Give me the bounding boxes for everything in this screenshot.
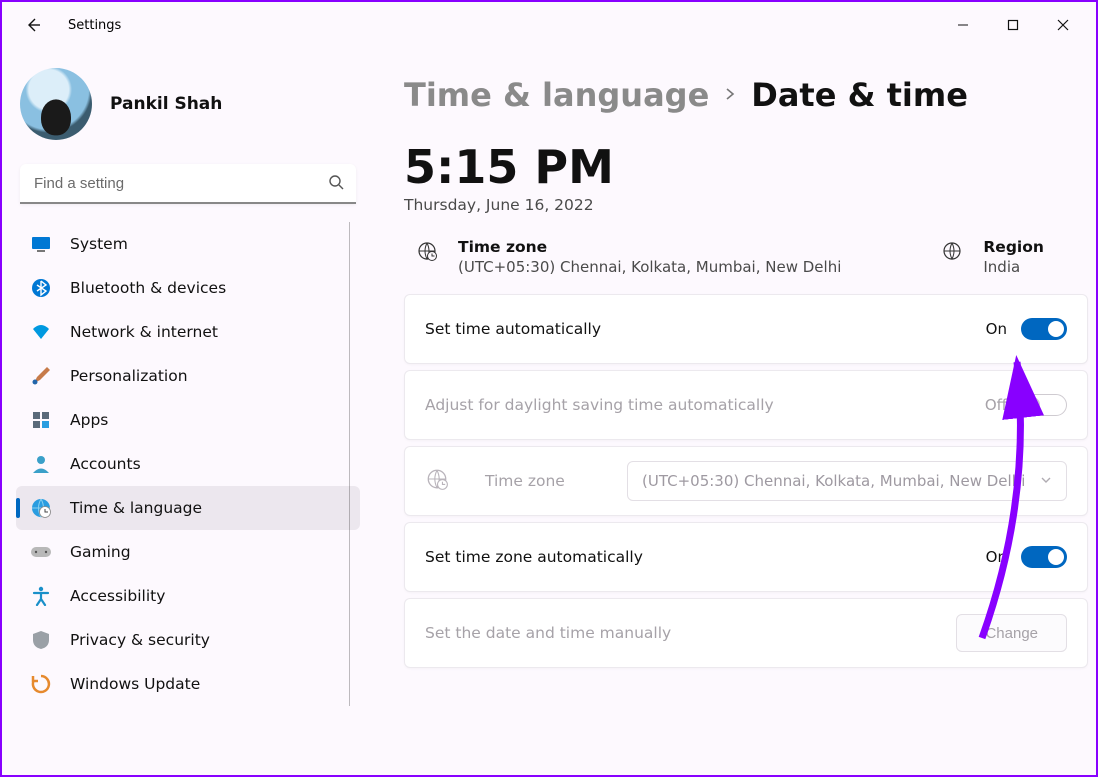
close-icon xyxy=(1057,19,1069,31)
sidebar-item-apps[interactable]: Apps xyxy=(16,398,360,442)
sidebar-item-accessibility[interactable]: Accessibility xyxy=(16,574,360,618)
sidebar-item-system[interactable]: System xyxy=(16,222,360,266)
set-manual-card: Set the date and time manually Change xyxy=(404,598,1088,668)
sidebar-item-privacy[interactable]: Privacy & security xyxy=(16,618,360,662)
timezone-info: Time zone (UTC+05:30) Chennai, Kolkata, … xyxy=(416,238,841,276)
sidebar: Pankil Shah System Bluetooth & devices N… xyxy=(2,48,372,775)
set-time-auto-card: Set time automatically On xyxy=(404,294,1088,364)
chevron-down-icon xyxy=(1040,472,1052,490)
search-box[interactable] xyxy=(20,164,356,204)
sidebar-item-label: Accessibility xyxy=(70,587,165,605)
globe-icon xyxy=(941,240,967,266)
maximize-icon xyxy=(1007,19,1019,31)
main-content: Time & language Date & time 5:15 PM Thur… xyxy=(372,48,1096,775)
sidebar-item-update[interactable]: Windows Update xyxy=(16,662,360,706)
sidebar-item-bluetooth[interactable]: Bluetooth & devices xyxy=(16,266,360,310)
timezone-select-label: Time zone xyxy=(485,472,605,490)
sidebar-item-label: Privacy & security xyxy=(70,631,210,649)
maximize-button[interactable] xyxy=(988,8,1038,42)
timezone-label: Time zone xyxy=(458,238,841,256)
monitor-icon xyxy=(30,233,52,255)
arrow-left-icon xyxy=(25,17,41,33)
back-button[interactable] xyxy=(18,10,48,40)
set-tz-auto-state: On xyxy=(986,548,1007,566)
sidebar-item-label: System xyxy=(70,235,128,253)
timezone-select: (UTC+05:30) Chennai, Kolkata, Mumbai, Ne… xyxy=(627,461,1067,501)
dst-auto-card: Adjust for daylight saving time automati… xyxy=(404,370,1088,440)
sidebar-item-label: Personalization xyxy=(70,367,188,385)
nav-divider xyxy=(349,222,350,706)
accessibility-icon xyxy=(30,585,52,607)
chevron-right-icon xyxy=(723,86,737,105)
set-tz-auto-toggle[interactable] xyxy=(1021,546,1067,568)
region-label: Region xyxy=(983,238,1044,256)
set-manual-label: Set the date and time manually xyxy=(425,624,956,642)
window-title: Settings xyxy=(68,18,121,33)
sidebar-item-label: Network & internet xyxy=(70,323,218,341)
sidebar-item-network[interactable]: Network & internet xyxy=(16,310,360,354)
breadcrumb-current: Date & time xyxy=(751,76,968,114)
region-info: Region India xyxy=(941,238,1044,276)
sidebar-item-label: Gaming xyxy=(70,543,131,561)
sidebar-item-label: Bluetooth & devices xyxy=(70,279,226,297)
profile[interactable]: Pankil Shah xyxy=(20,68,360,140)
wifi-icon xyxy=(30,321,52,343)
search-input[interactable] xyxy=(20,164,356,204)
update-icon xyxy=(30,673,52,695)
settings-cards: Set time automatically On Adjust for day… xyxy=(404,294,1088,668)
close-button[interactable] xyxy=(1038,8,1088,42)
current-time: 5:15 PM xyxy=(404,140,1096,194)
dst-auto-label: Adjust for daylight saving time automati… xyxy=(425,396,985,414)
sidebar-item-label: Time & language xyxy=(70,499,202,517)
titlebar: Settings xyxy=(2,2,1096,48)
timezone-value: (UTC+05:30) Chennai, Kolkata, Mumbai, Ne… xyxy=(458,258,841,276)
gamepad-icon xyxy=(30,541,52,563)
apps-icon xyxy=(30,409,52,431)
username: Pankil Shah xyxy=(110,94,222,114)
change-button: Change xyxy=(956,614,1067,652)
region-value: India xyxy=(983,258,1044,276)
sidebar-item-label: Accounts xyxy=(70,455,141,473)
avatar xyxy=(20,68,92,140)
globe-clock-icon xyxy=(30,497,52,519)
dst-auto-state: Off xyxy=(985,396,1007,414)
timezone-select-card: Time zone (UTC+05:30) Chennai, Kolkata, … xyxy=(404,446,1088,516)
window-controls xyxy=(938,8,1088,42)
minimize-button[interactable] xyxy=(938,8,988,42)
set-time-auto-state: On xyxy=(986,320,1007,338)
sidebar-item-time[interactable]: Time & language xyxy=(16,486,360,530)
breadcrumb-parent[interactable]: Time & language xyxy=(404,76,709,114)
sidebar-item-personalization[interactable]: Personalization xyxy=(16,354,360,398)
sidebar-item-label: Windows Update xyxy=(70,675,200,693)
search-icon xyxy=(328,174,344,194)
bluetooth-icon xyxy=(30,277,52,299)
minimize-icon xyxy=(957,19,969,31)
sidebar-item-label: Apps xyxy=(70,411,108,429)
timezone-select-value: (UTC+05:30) Chennai, Kolkata, Mumbai, Ne… xyxy=(642,472,1025,490)
globe-clock-icon xyxy=(425,467,453,495)
set-tz-auto-card: Set time zone automatically On xyxy=(404,522,1088,592)
globe-clock-icon xyxy=(416,240,442,266)
info-row: Time zone (UTC+05:30) Chennai, Kolkata, … xyxy=(404,232,1096,294)
breadcrumb: Time & language Date & time xyxy=(404,76,1096,114)
set-time-auto-label: Set time automatically xyxy=(425,320,986,338)
nav-list: System Bluetooth & devices Network & int… xyxy=(16,222,360,706)
person-icon xyxy=(30,453,52,475)
dst-auto-toggle xyxy=(1021,394,1067,416)
set-tz-auto-label: Set time zone automatically xyxy=(425,548,986,566)
sidebar-item-gaming[interactable]: Gaming xyxy=(16,530,360,574)
set-time-auto-toggle[interactable] xyxy=(1021,318,1067,340)
sidebar-item-accounts[interactable]: Accounts xyxy=(16,442,360,486)
brush-icon xyxy=(30,365,52,387)
shield-icon xyxy=(30,629,52,651)
current-date: Thursday, June 16, 2022 xyxy=(404,196,1096,214)
